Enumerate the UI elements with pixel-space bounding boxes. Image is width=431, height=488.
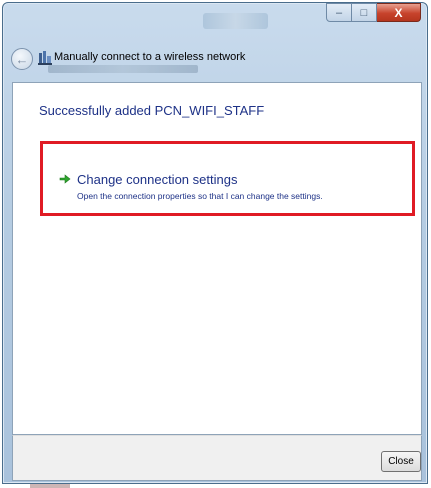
green-arrow-icon [59,174,71,184]
maximize-button[interactable]: □ [352,3,377,22]
dialog-window: – □ X ← Manually connect to a wireless n… [2,2,428,484]
change-connection-settings-description: Open the connection properties so that I… [77,191,323,201]
taskbar-fragment [30,484,70,488]
minimize-button[interactable]: – [326,3,352,22]
close-window-button[interactable]: X [377,3,421,22]
content-panel: Successfully added PCN_WIFI_STAFF Change… [12,82,422,435]
window-title: Manually connect to a wireless network [54,51,246,63]
background-blur-text [48,65,198,73]
close-button[interactable]: Close [381,451,421,472]
background-blur [203,13,268,29]
wireless-network-icon [38,51,52,65]
caption-buttons: – □ X [326,3,421,23]
success-message: Successfully added PCN_WIFI_STAFF [39,103,265,118]
dialog-footer: Close [12,435,422,481]
back-icon: ← [15,51,29,67]
change-connection-settings-link[interactable]: Change connection settings [77,172,237,187]
back-button[interactable]: ← [11,48,33,70]
